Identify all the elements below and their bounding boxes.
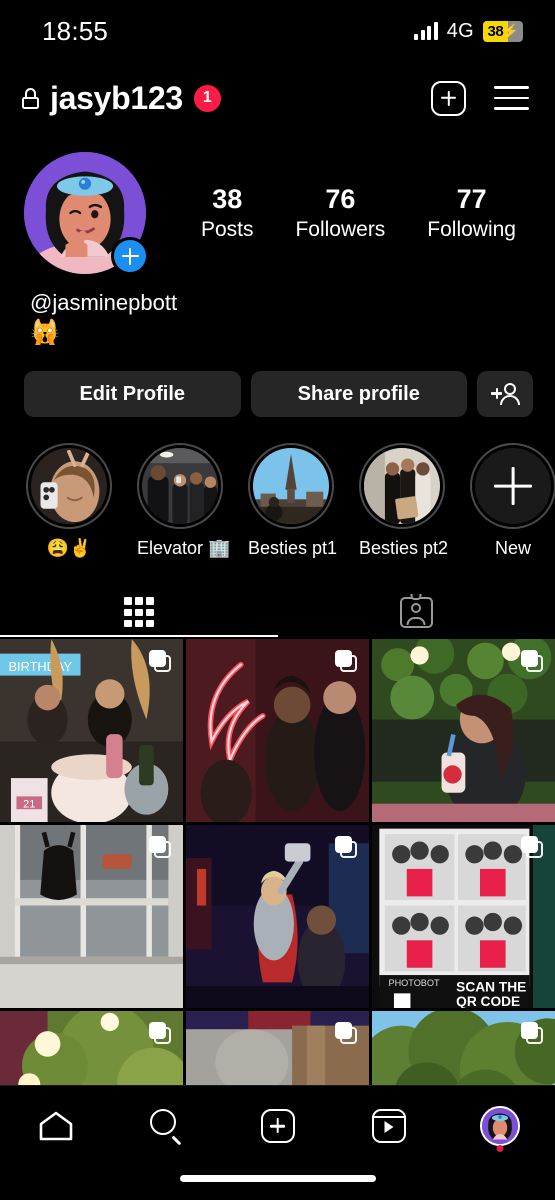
profile-stats: 38 Posts 76 Followers 77 Following [146,184,555,241]
status-time: 18:55 [42,15,109,46]
hamburger-menu-icon[interactable] [494,86,529,110]
highlight-label: 😩✌️ [46,538,92,559]
post-green-wall-drink[interactable] [372,639,555,823]
highlight-label: Elevator 🏢 [137,538,231,559]
charging-bolt-icon: ⚡ [501,23,519,39]
instagram-profile-screen: 18:55 4G 38 ⚡ jasyb123 1 38 Posts 76 Fol… [0,0,555,1200]
carousel-icon [149,650,171,673]
svg-text:SCAN THE: SCAN THE [456,980,526,995]
search-icon [149,1109,184,1146]
grid-icon [123,597,154,628]
svg-text:QR CODE: QR CODE [456,995,520,1009]
carousel-icon [521,1022,543,1045]
username-group[interactable]: jasyb123 1 [22,80,221,117]
profile-header: jasyb123 1 [0,62,555,134]
lock-icon [22,87,39,109]
nav-search[interactable] [111,1102,222,1150]
stat-posts[interactable]: 38 Posts [201,184,254,241]
highlight-besties-pt1[interactable]: Besties pt1 [248,443,338,559]
notification-dot [496,1145,503,1152]
reels-icon [371,1109,406,1143]
nav-profile[interactable] [444,1102,555,1152]
carousel-icon [521,650,543,673]
posts-count: 38 [212,184,243,215]
tagged-person-icon [399,593,433,628]
battery-icon: 38 ⚡ [483,20,523,42]
svg-text:BIRTHDAY: BIRTHDAY [8,660,72,675]
carousel-icon [335,650,357,673]
edit-profile-button[interactable]: Edit Profile [24,371,241,418]
header-actions [431,80,529,116]
status-bar: 18:55 4G 38 ⚡ [0,0,555,62]
status-badge: 1 [193,84,221,112]
highlight-new[interactable]: New [470,443,555,559]
tab-grid[interactable] [0,587,278,638]
highlight-thumbnail [31,448,107,525]
svg-text:21: 21 [23,799,35,811]
network-type-label: 4G [446,19,474,42]
highlight-label: Besties pt2 [359,538,449,559]
page-title: jasyb123 [50,79,183,116]
avatar-icon [479,1106,520,1146]
highlight-thumbnail [142,448,218,525]
add-person-icon [490,383,520,406]
nav-reels[interactable] [333,1102,444,1150]
post-neon-wings[interactable] [186,639,369,823]
home-icon [38,1110,74,1142]
stat-following[interactable]: 77 Following [427,184,516,241]
carousel-icon [149,1022,171,1045]
bio-handle: @jasminepbott [30,290,178,315]
add-story-plus-icon[interactable] [111,237,149,275]
add-person-button[interactable] [477,371,533,418]
carousel-icon [149,836,171,859]
highlight-emoji[interactable]: 😩✌️ [26,443,112,559]
carousel-icon [521,836,543,859]
svg-text:PHOTOBOT: PHOTOBOT [388,979,440,989]
story-highlights: 😩✌️ Elevator 🏢 Besties pt1 Besties pt2 N… [0,417,555,559]
highlight-thumbnail [364,448,440,525]
posts-label: Posts [200,217,254,241]
profile-summary: 38 Posts 76 Followers 77 Following [0,134,555,275]
nav-home[interactable] [0,1102,111,1150]
post-thor-performer[interactable] [186,825,369,1009]
nav-create[interactable] [222,1102,333,1150]
carousel-icon [335,836,357,859]
following-label: Following [427,217,516,241]
followers-label: Followers [295,217,386,241]
post-balcony-window[interactable] [0,825,183,1009]
tab-tagged[interactable] [278,587,555,637]
post-photobooth-strip[interactable]: PHOTOBOT SCAN THE QR CODE [372,825,555,1009]
highlight-besties-pt2[interactable]: Besties pt2 [359,443,449,559]
highlight-label: Besties pt1 [248,538,338,559]
profile-bio: @jasminepbott 🙀 [0,274,555,347]
signal-bars-icon [414,22,438,40]
highlight-label: New [494,538,531,559]
profile-tabs [0,587,555,638]
profile-action-buttons: Edit Profile Share profile [0,347,555,418]
new-highlight-thumbnail [475,448,551,525]
avatar[interactable] [24,152,149,275]
plus-icon [494,467,532,505]
highlight-thumbnail [253,448,329,525]
bio-emoji: 🙀 [30,318,60,346]
carousel-icon [335,1022,357,1045]
plus-square-icon[interactable] [431,80,466,116]
status-indicators: 4G 38 ⚡ [414,20,523,43]
followers-count: 76 [325,184,356,215]
stat-followers[interactable]: 76 Followers [295,184,385,241]
plus-square-icon [260,1109,295,1143]
bottom-navigation [0,1085,555,1200]
share-profile-button[interactable]: Share profile [250,371,467,418]
highlight-elevator[interactable]: Elevator 🏢 [137,443,231,559]
following-count: 77 [456,184,487,215]
home-indicator [179,1175,376,1182]
post-birthday-party[interactable]: BIRTHDAY 21 [0,639,183,823]
